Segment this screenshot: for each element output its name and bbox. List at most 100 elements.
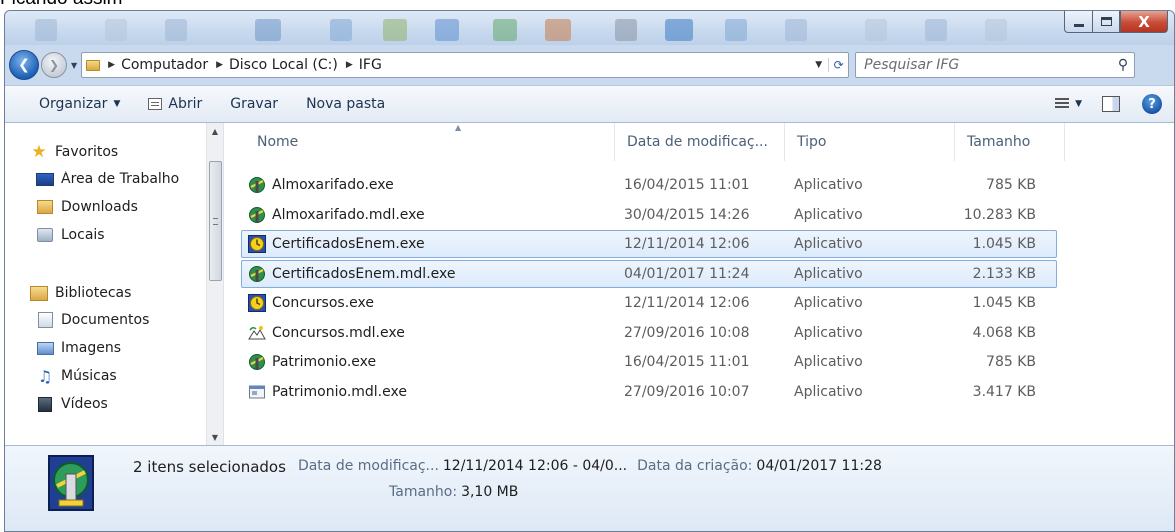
blurred-icon: [330, 19, 352, 41]
file-date: 27/09/2016 10:07: [624, 383, 750, 400]
refresh-icon[interactable]: ⟳: [828, 58, 848, 72]
help-icon[interactable]: ?: [1142, 94, 1162, 114]
file-name-cell[interactable]: Concursos.exe: [242, 294, 614, 312]
file-row[interactable]: Almoxarifado.mdl.exe 30/04/2015 14:26 Apli…: [241, 201, 1057, 229]
nav-downloads[interactable]: Downloads: [35, 195, 138, 219]
file-name-cell[interactable]: Almoxarifado.exe: [242, 176, 614, 194]
file-row[interactable]: CertificadosEnem.mdl.exe 04/01/2017 11:24…: [241, 259, 1057, 288]
blurred-icon: [165, 19, 187, 41]
blurred-icon: [665, 19, 693, 41]
column-header-name[interactable]: Nome: [245, 123, 615, 161]
created-label: Data da criação:: [637, 458, 753, 474]
nav-desktop[interactable]: Área de Trabalho: [35, 167, 186, 191]
created-value[interactable]: 04/01/2017 11:28: [756, 458, 882, 476]
organize-button[interactable]: Organizar ▼: [5, 86, 134, 122]
file-name: Patrimonio.exe: [272, 354, 377, 370]
command-bar-right: ▼ ?: [1055, 94, 1174, 114]
blurred-icon: [493, 19, 517, 41]
maximize-button[interactable]: [1092, 11, 1120, 33]
file-name-cell[interactable]: Concursos.mdl.exe: [242, 324, 614, 342]
preview-pane-icon[interactable]: [1102, 96, 1120, 112]
landscape-icon: [248, 324, 266, 342]
file-size: 3.417 KB: [972, 383, 1036, 400]
arrow-left-icon: ❮: [18, 57, 30, 73]
back-button[interactable]: ❮: [9, 50, 39, 80]
file-date: 27/09/2016 10:08: [624, 324, 750, 341]
file-row[interactable]: Patrimonio.exe 16/04/2015 11:01 Aplicativo…: [241, 348, 1057, 376]
minimize-button[interactable]: [1064, 11, 1092, 33]
blurred-icon: [785, 19, 807, 41]
file-name-cell[interactable]: Patrimonio.mdl.exe: [242, 383, 614, 401]
file-date: 16/04/2015 11:01: [624, 177, 750, 193]
file-size: 1.045 KB: [972, 295, 1036, 311]
address-dropdown-icon[interactable]: ▼: [815, 60, 822, 70]
scrollbar-thumb[interactable]: [209, 161, 222, 281]
file-type: Aplicativo: [794, 236, 863, 252]
blurred-icon: [255, 19, 281, 41]
breadcrumb-computer[interactable]: Computador: [121, 57, 208, 73]
nav-pictures[interactable]: Imagens: [35, 336, 121, 360]
file-size: 785 KB: [986, 177, 1036, 193]
search-input[interactable]: Pesquisar IFG ⚲: [855, 52, 1136, 78]
yellow-clock-icon: [248, 235, 266, 253]
nav-libraries[interactable]: Bibliotecas: [29, 281, 131, 305]
file-date: 16/04/2015 11:01: [624, 354, 750, 370]
address-bar[interactable]: ▶ Computador ▶ Disco Local (C:) ▶ IFG ▼ …: [81, 52, 850, 78]
search-icon[interactable]: ⚲: [1118, 57, 1128, 73]
documents-icon: [35, 312, 55, 328]
breadcrumb-ifg[interactable]: IFG: [359, 57, 382, 73]
chevron-down-icon[interactable]: ▼: [1075, 99, 1082, 109]
arrow-right-icon: ❯: [48, 58, 60, 72]
close-button[interactable]: X: [1120, 11, 1168, 33]
column-header-type[interactable]: Tipo: [785, 123, 955, 161]
page-caption: Ficando assim: [0, 0, 123, 10]
open-button[interactable]: Abrir: [134, 86, 216, 122]
column-header-date[interactable]: Data de modificaç...: [615, 123, 785, 161]
column-header-size[interactable]: Tamanho: [955, 123, 1065, 161]
blurred-icon: [985, 19, 1007, 41]
nav-documents[interactable]: Documentos: [35, 308, 149, 332]
file-name-cell[interactable]: CertificadosEnem.exe: [242, 235, 614, 253]
file-type: Aplicativo: [794, 265, 863, 282]
file-row[interactable]: Concursos.mdl.exe 27/09/2016 10:08 Aplicat…: [241, 319, 1057, 347]
file-row[interactable]: Almoxarifado.exe 16/04/2015 11:01 Aplicati…: [241, 171, 1057, 199]
green-figure-icon: [248, 176, 266, 194]
generic-app-icon: [248, 383, 266, 401]
file-row[interactable]: CertificadosEnem.exe 12/11/2014 12:06 Apli…: [241, 230, 1057, 258]
change-view-icon[interactable]: [1055, 98, 1070, 110]
navigation-scrollbar[interactable]: ▲ ▼: [206, 123, 223, 445]
title-bar[interactable]: X: [5, 11, 1174, 45]
recent-pages-dropdown[interactable]: ▼: [71, 61, 77, 70]
breadcrumb-local-disk[interactable]: Disco Local (C:): [229, 57, 338, 73]
breadcrumb-chevron-icon[interactable]: ▶: [108, 60, 115, 70]
nav-favorites[interactable]: ★ Favoritos: [29, 140, 118, 164]
file-name: Concursos.exe: [272, 295, 374, 311]
file-size: 4.068 KB: [972, 324, 1036, 341]
nav-recent-places[interactable]: Locais: [35, 223, 105, 247]
file-name-cell[interactable]: Almoxarifado.mdl.exe: [242, 206, 614, 224]
file-row[interactable]: Patrimonio.mdl.exe 27/09/2016 10:07 Aplica…: [241, 378, 1057, 406]
blurred-icon: [925, 19, 947, 41]
nav-music[interactable]: ♫ Músicas: [35, 364, 117, 388]
scroll-down-icon[interactable]: ▼: [207, 429, 223, 445]
close-icon: X: [1138, 12, 1150, 31]
green-figure-icon: [248, 353, 266, 371]
forward-button[interactable]: ❯: [41, 52, 67, 78]
nav-videos[interactable]: Vídeos: [35, 392, 108, 416]
breadcrumb-chevron-icon[interactable]: ▶: [346, 60, 353, 70]
file-name: CertificadosEnem.exe: [272, 236, 425, 252]
modified-value[interactable]: 12/11/2014 12:06 - 04/0...: [443, 458, 627, 476]
file-name-cell[interactable]: Patrimonio.exe: [242, 353, 614, 371]
new-folder-button[interactable]: Nova pasta: [292, 86, 399, 122]
breadcrumb-chevron-icon[interactable]: ▶: [216, 60, 223, 70]
size-value[interactable]: 3,10 MB: [461, 484, 518, 500]
scroll-up-icon[interactable]: ▲: [207, 123, 223, 139]
file-row[interactable]: Concursos.exe 12/11/2014 12:06 Aplicativo 1…: [241, 289, 1057, 317]
file-date: 30/04/2015 14:26: [624, 206, 750, 223]
burn-button[interactable]: Gravar: [216, 86, 292, 122]
file-type: Aplicativo: [794, 324, 863, 341]
file-name-cell[interactable]: CertificadosEnem.mdl.exe: [242, 265, 614, 283]
file-size: 2.133 KB: [972, 265, 1036, 282]
minimize-icon: [1073, 24, 1084, 27]
details-pane: 2 itens selecionados Data de modificaç..…: [5, 445, 1174, 531]
